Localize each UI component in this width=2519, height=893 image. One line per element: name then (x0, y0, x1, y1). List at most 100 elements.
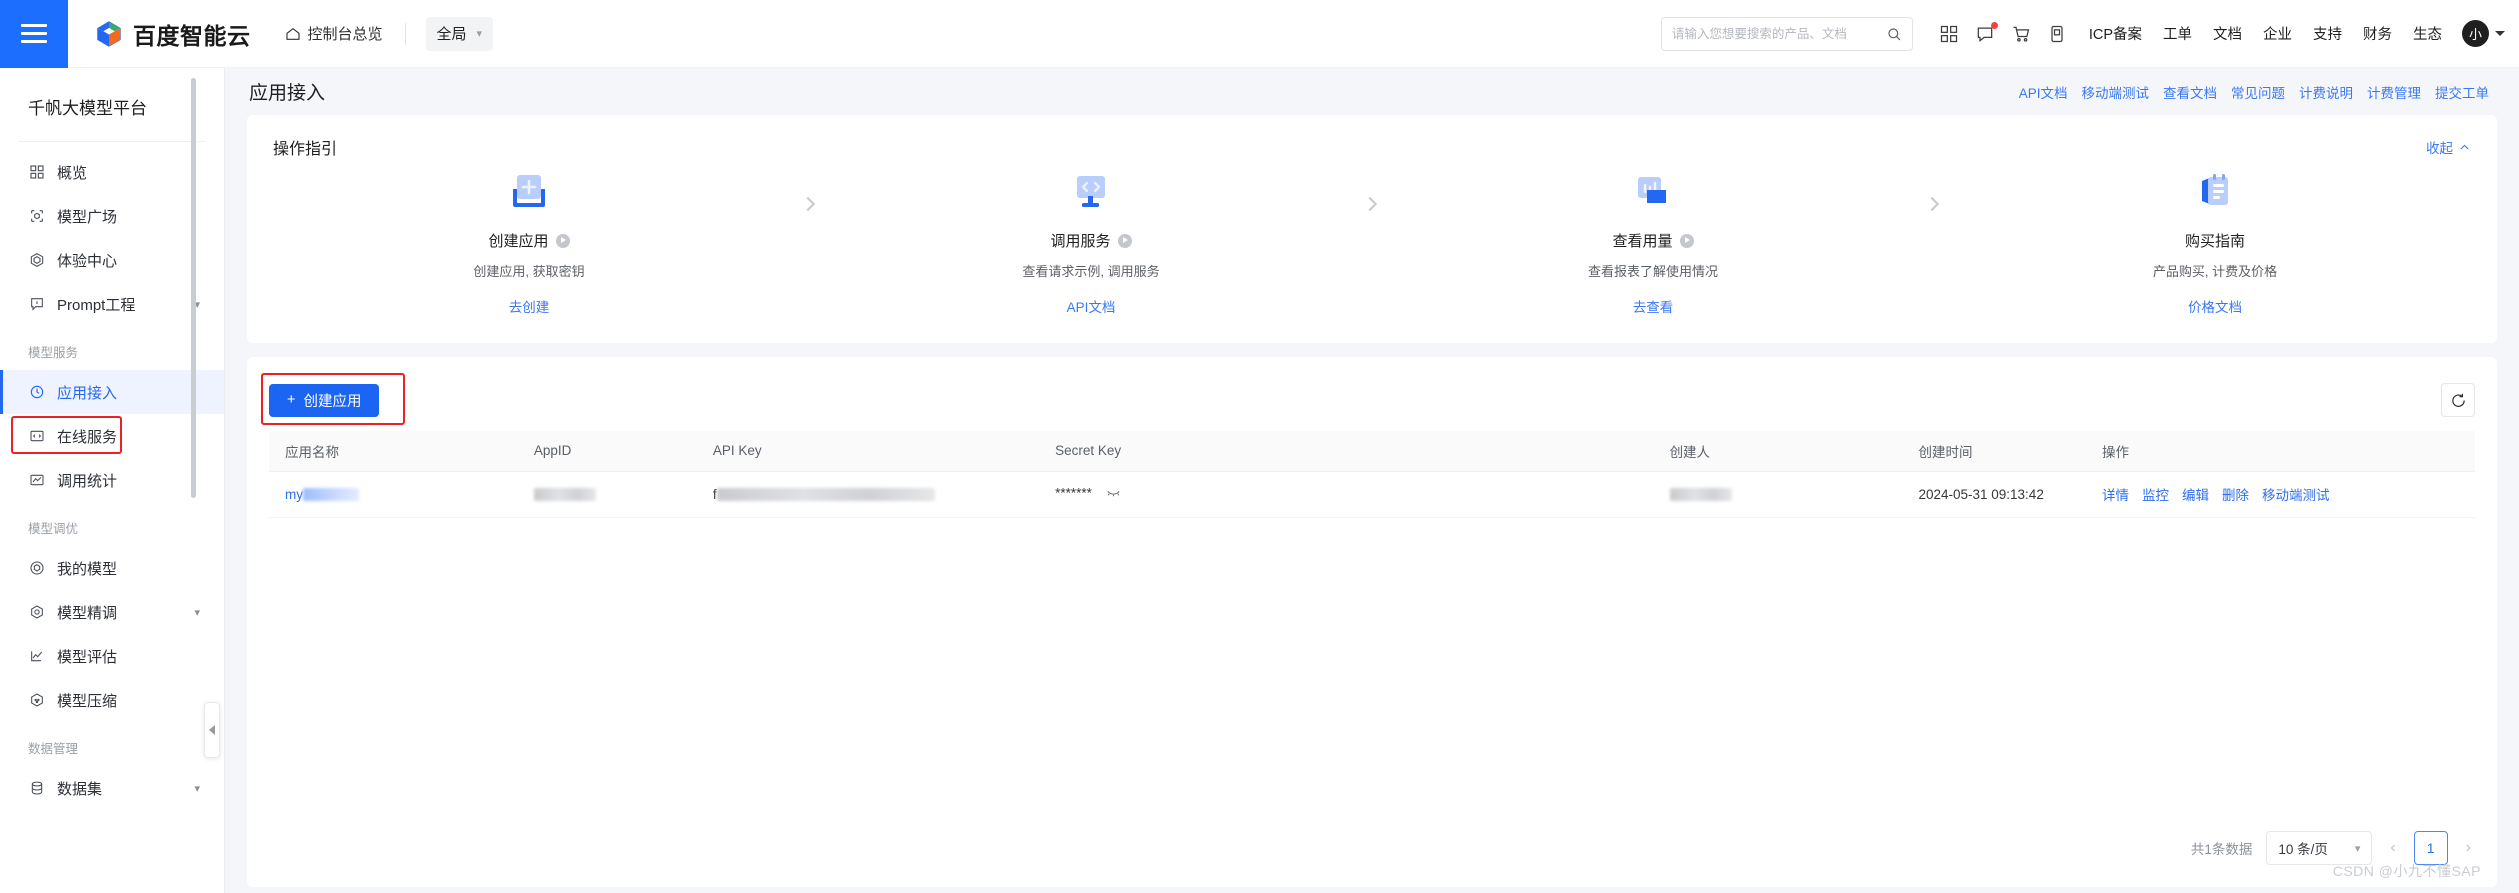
table-header: 应用名称 AppID API Key Secret Key 创建人 创建时间 操… (269, 431, 2475, 472)
toplink-ecosystem[interactable]: 生态 (2413, 23, 2442, 44)
sidebar-divider (18, 141, 206, 142)
toplink-ticket[interactable]: 工单 (2163, 23, 2192, 44)
sidebar-scrollbar[interactable] (191, 78, 196, 498)
op-edit[interactable]: 编辑 (2182, 484, 2209, 504)
header-link-view-doc[interactable]: 查看文档 (2163, 82, 2217, 102)
compress-icon (28, 691, 46, 709)
sidebar-item-model-finetune[interactable]: 模型精调 ▾ (0, 590, 224, 634)
chevron-right-icon (785, 167, 835, 219)
play-icon[interactable] (1679, 233, 1694, 248)
header-link-api-doc[interactable]: API文档 (2019, 82, 2068, 102)
create-application-button[interactable]: + 创建应用 (269, 383, 380, 417)
plus-icon: + (287, 392, 296, 408)
op-delete[interactable]: 删除 (2222, 484, 2249, 504)
guide-step-link-api-doc[interactable]: API文档 (1067, 296, 1116, 316)
sidebar-collapse-handle[interactable] (204, 702, 220, 758)
chevron-down-icon: ▾ (2354, 842, 2361, 855)
global-search-box[interactable] (1660, 16, 1913, 51)
apps-grid-icon[interactable] (1939, 24, 1959, 44)
sidebar-item-label: 模型精调 (57, 604, 118, 622)
page-size-selector[interactable]: 10 条/页 ▾ (2266, 831, 2373, 865)
chat-icon (28, 295, 46, 313)
cube-outline-icon (28, 207, 46, 225)
sidebar-item-label: 模型评估 (57, 648, 118, 666)
table-row: my f ******* 2024-05-31 09:13:42 详情 监控 编… (269, 471, 2475, 518)
eye-off-icon[interactable] (1106, 488, 1121, 503)
chevron-left-icon[interactable]: ‹ (2386, 839, 2399, 857)
guide-step-link-view[interactable]: 去查看 (1633, 296, 1674, 316)
guide-step-purchase-guide: 购买指南 产品购买, 计费及价格 价格文档 (1959, 167, 2471, 316)
mobile-icon[interactable] (2047, 24, 2067, 44)
message-icon[interactable] (1975, 21, 1998, 44)
call-service-icon (1066, 167, 1116, 217)
guide-step-link-price-doc[interactable]: 价格文档 (2188, 296, 2242, 316)
user-menu[interactable]: 小 (2462, 20, 2505, 47)
page-header-links: API文档 移动端测试 查看文档 常见问题 计费说明 计费管理 提交工单 (2019, 82, 2489, 102)
sidebar-item-datasets[interactable]: 数据集 ▾ (0, 766, 224, 810)
header-divider (404, 22, 406, 45)
search-input[interactable] (1671, 26, 1886, 41)
app-name-link[interactable]: my (285, 487, 303, 502)
hamburger-line (21, 32, 47, 35)
guide-step-title: 调用服务 (1050, 230, 1132, 251)
watermark: CSDN @小九不懂SAP (2332, 863, 2481, 879)
op-detail[interactable]: 详情 (2102, 484, 2129, 504)
search-icon[interactable] (1886, 26, 1902, 42)
api-key-masked (716, 488, 935, 502)
grid-icon (28, 163, 46, 181)
chevron-down-icon: ▾ (476, 28, 483, 40)
page-number-1[interactable]: 1 (2413, 831, 2448, 865)
cell-api-key: f (696, 471, 1040, 518)
cell-app-name[interactable]: my (269, 471, 518, 518)
header-link-billing-manage[interactable]: 计费管理 (2367, 82, 2421, 102)
column-created-at: 创建时间 (1902, 431, 2087, 472)
sidebar-group-model-tuning: 模型调优 (28, 522, 79, 536)
header-link-billing-info[interactable]: 计费说明 (2299, 82, 2353, 102)
scope-selector[interactable]: 全局 ▾ (425, 16, 494, 51)
column-secret-key: Secret Key (1039, 431, 1654, 472)
guide-step-create-app: 创建应用 创建应用, 获取密钥 去创建 (273, 167, 785, 316)
sidebar-item-my-models[interactable]: 我的模型 (0, 546, 224, 590)
guide-step-link-create[interactable]: 去创建 (509, 296, 550, 316)
toplink-docs[interactable]: 文档 (2213, 23, 2242, 44)
hamburger-line (21, 24, 47, 27)
guide-steps: 创建应用 创建应用, 获取密钥 去创建 调用服务 查看请求示例, 调用服务 AP… (273, 167, 2471, 316)
toplink-icp[interactable]: ICP备案 (2089, 23, 2142, 44)
guide-step-view-usage: 查看用量 查看报表了解使用情况 去查看 (1397, 167, 1909, 316)
op-monitor[interactable]: 监控 (2142, 484, 2169, 504)
chevron-right-icon[interactable]: › (2462, 839, 2475, 857)
guide-step-title: 购买指南 (2185, 230, 2245, 251)
notification-badge (1990, 21, 1998, 29)
console-overview-link[interactable]: 控制台总览 (285, 23, 383, 44)
guide-step-title-label: 创建应用 (488, 233, 549, 250)
purchase-guide-icon (2190, 167, 2240, 217)
hamburger-menu-icon[interactable] (0, 0, 68, 68)
toplink-finance[interactable]: 财务 (2363, 23, 2392, 44)
cell-secret-key: ******* (1039, 471, 1654, 518)
sidebar-item-label: 模型压缩 (57, 692, 118, 710)
header-link-faq[interactable]: 常见问题 (2231, 82, 2285, 102)
sidebar-item-label: 数据集 (57, 780, 103, 798)
create-application-label: 创建应用 (303, 393, 362, 410)
database-icon (28, 779, 46, 797)
cell-operations: 详情 监控 编辑 删除 移动端测试 (2086, 471, 2475, 518)
brand-logo-area[interactable]: 百度智能云 (94, 17, 251, 51)
chart-icon (28, 471, 46, 489)
header-link-mobile-test[interactable]: 移动端测试 (2082, 82, 2150, 102)
play-icon[interactable] (1117, 233, 1132, 248)
toplink-enterprise[interactable]: 企业 (2263, 23, 2292, 44)
play-icon[interactable] (555, 233, 570, 248)
sidebar-item-label: Prompt工程 (57, 296, 136, 314)
topbar-links: ICP备案 工单 文档 企业 支持 财务 生态 (2089, 23, 2442, 44)
op-mobile-test[interactable]: 移动端测试 (2262, 484, 2330, 504)
page-title: 应用接入 (249, 83, 326, 104)
header-link-submit-ticket[interactable]: 提交工单 (2435, 82, 2489, 102)
guide-collapse-button[interactable]: 收起 (2426, 137, 2471, 157)
refresh-button[interactable] (2441, 383, 2475, 417)
sidebar-item-model-evaluation[interactable]: 模型评估 (0, 634, 224, 678)
topbar-icon-group (1939, 21, 2067, 44)
hamburger-line (21, 40, 47, 43)
sidebar-item-model-compression[interactable]: 模型压缩 (0, 678, 224, 722)
cart-icon[interactable] (2011, 24, 2031, 44)
toplink-support[interactable]: 支持 (2313, 23, 2342, 44)
